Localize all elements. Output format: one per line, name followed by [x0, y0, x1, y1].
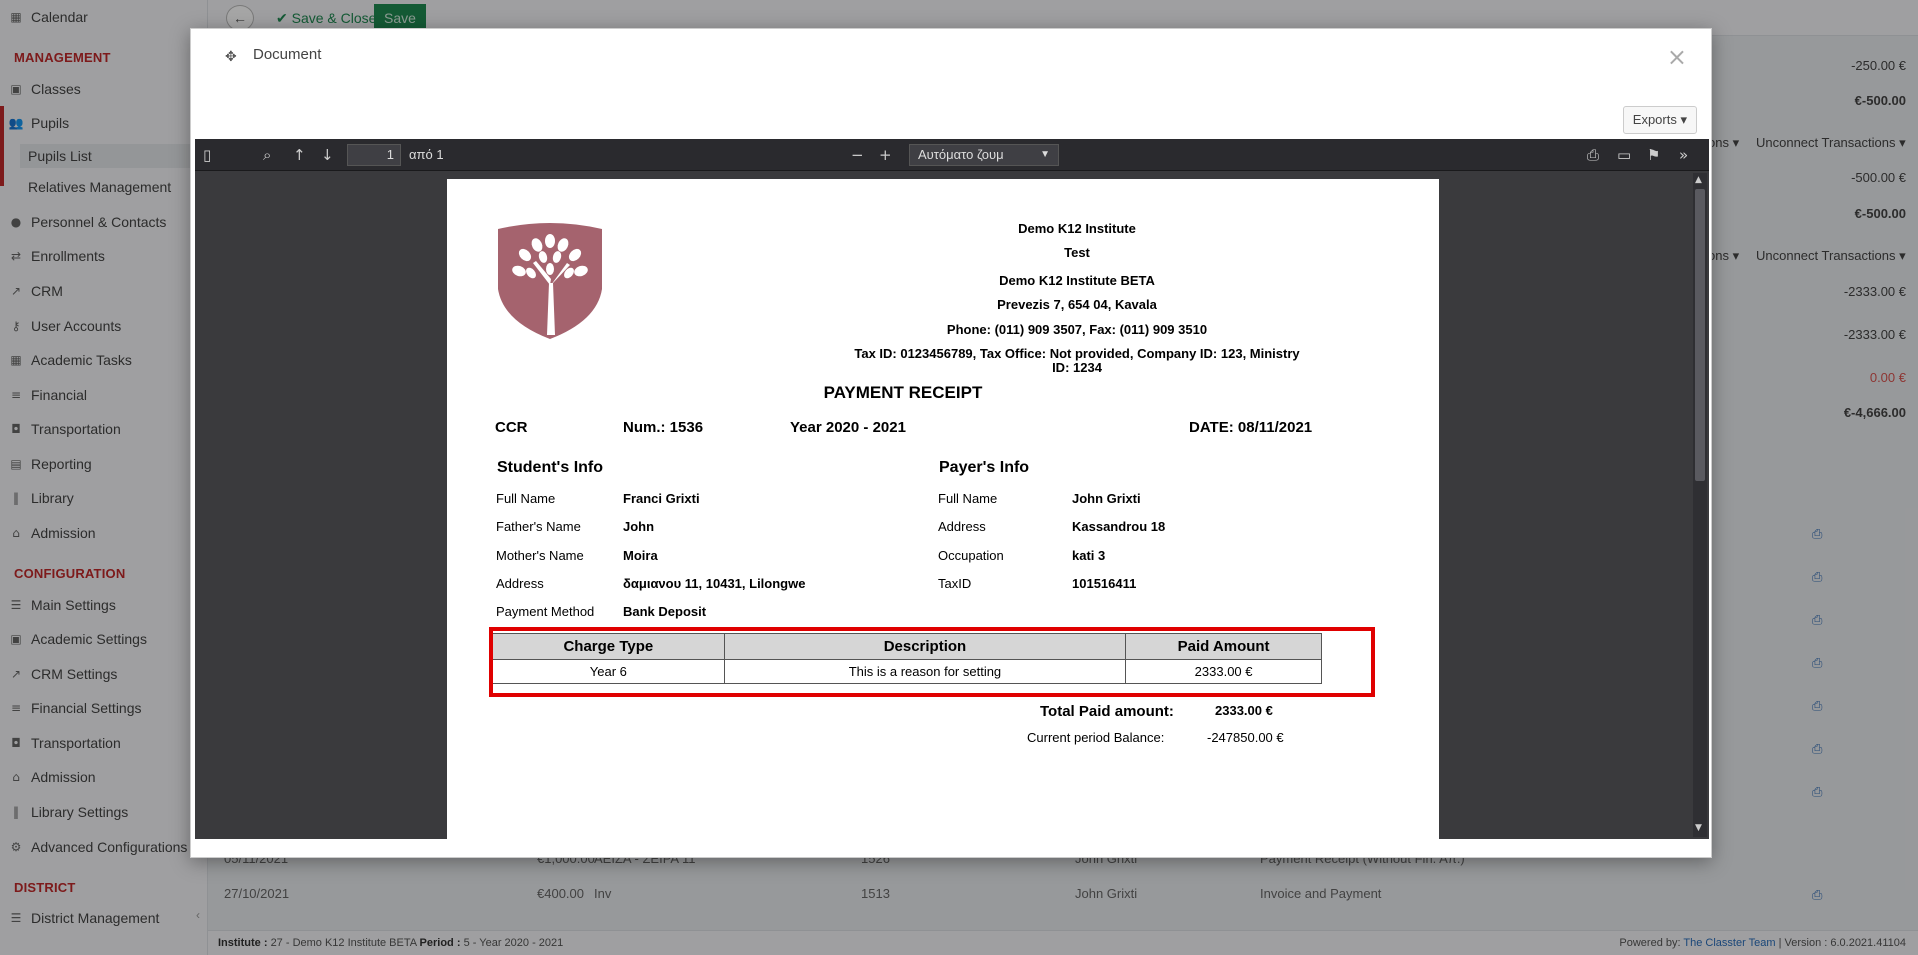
page-count: από 1 [409, 147, 444, 162]
scroll-down-icon[interactable]: ▼ [1695, 823, 1702, 833]
payer-address: Kassandrou 18 [1072, 519, 1166, 534]
page-number-input[interactable]: 1 [347, 144, 401, 166]
payer-address-label: Address [938, 519, 986, 534]
highlight-box [489, 627, 1375, 697]
student-address-label: Address [496, 576, 544, 591]
receipt-year: Year 2020 - 2021 [790, 419, 906, 436]
student-address: δαμιανου 11, 10431, Lilongwe [623, 576, 806, 591]
receipt-number: Num.: 1536 [623, 419, 704, 436]
arrow-up-icon[interactable]: ↑ [293, 146, 306, 164]
receipt-date: DATE: 08/11/2021 [1189, 419, 1313, 436]
student-mother-label: Mother's Name [496, 548, 584, 563]
receipt-page: Demo K12 Institute Test Demo K12 Institu… [447, 179, 1439, 839]
total-paid-label: Total Paid amount: [1040, 703, 1174, 720]
zoom-select[interactable]: Αυτόματο ζουμ ▼ [909, 144, 1059, 166]
pdf-scrollbar[interactable]: ▲ ▼ [1693, 173, 1707, 837]
total-paid-value: 2333.00 € [1215, 703, 1273, 718]
balance-value: -247850.00 € [1207, 730, 1284, 745]
sidebar-toggle-icon[interactable]: ▯ [203, 146, 211, 164]
scroll-up-icon[interactable]: ▲ [1695, 175, 1702, 185]
open-file-icon[interactable]: ▭ [1617, 146, 1631, 164]
student-info-title: Student's Info [497, 459, 604, 476]
close-icon[interactable]: × [1667, 43, 1687, 71]
institute-tax-2: ID: 1234 [1052, 360, 1102, 375]
payment-method: Bank Deposit [623, 604, 707, 619]
institute-name: Demo K12 Institute [1018, 221, 1136, 236]
payer-occupation-label: Occupation [938, 548, 1004, 563]
receipt-ccr: CCR [495, 419, 528, 436]
payment-method-label: Payment Method [496, 604, 595, 619]
pdf-viewer: ▯ ⌕ ↑ ↓ 1 από 1 − + Αυτόματο ζουμ ▼ ⎙ ▭ ⚑… [195, 139, 1709, 839]
arrow-down-icon[interactable]: ↓ [321, 146, 334, 164]
institute-test: Test [1064, 245, 1090, 260]
document-modal: ✥ Document × Exports ▾ ▯ ⌕ ↑ ↓ 1 από 1 −… [190, 28, 1712, 858]
student-father-label: Father's Name [496, 519, 581, 534]
exports-button[interactable]: Exports ▾ [1622, 106, 1697, 134]
payer-info-title: Payer's Info [939, 459, 1030, 476]
search-icon[interactable]: ⌕ [263, 146, 271, 164]
institute-phone: Phone: (011) 909 3507, Fax: (011) 909 35… [946, 322, 1208, 337]
chevron-down-icon: ▼ [1040, 149, 1050, 160]
modal-title: Document [253, 46, 322, 63]
student-full-name-label: Full Name [496, 491, 556, 506]
zoom-out-icon[interactable]: − [851, 146, 864, 164]
institute-beta: Demo K12 Institute BETA [999, 273, 1155, 288]
payer-occupation: kati 3 [1072, 548, 1106, 563]
pdf-toolbar: ▯ ⌕ ↑ ↓ 1 από 1 − + Αυτόματο ζουμ ▼ ⎙ ▭ ⚑… [195, 139, 1709, 171]
student-mother: Moira [623, 548, 658, 563]
payer-full-name: John Grixti [1072, 491, 1141, 506]
scroll-thumb[interactable] [1695, 189, 1705, 481]
balance-label: Current period Balance: [1027, 730, 1165, 745]
tools-icon[interactable]: » [1679, 146, 1688, 164]
student-father: John [623, 519, 655, 534]
bookmark-icon[interactable]: ⚑ [1647, 146, 1660, 164]
receipt-title: PAYMENT RECEIPT [823, 383, 983, 402]
payer-taxid: 101516411 [1072, 576, 1137, 591]
student-full-name: Franci Grixti [623, 491, 700, 506]
move-icon[interactable]: ✥ [225, 49, 237, 65]
print-icon[interactable]: ⎙ [1587, 146, 1599, 164]
institute-address: Prevezis 7, 654 04, Kavala [997, 297, 1157, 312]
payer-full-name-label: Full Name [938, 491, 998, 506]
institute-tax: Tax ID: 0123456789, Tax Office: Not prov… [854, 346, 1300, 361]
payer-taxid-label: TaxID [938, 576, 972, 591]
school-logo-icon [498, 223, 602, 339]
zoom-in-icon[interactable]: + [879, 146, 892, 164]
